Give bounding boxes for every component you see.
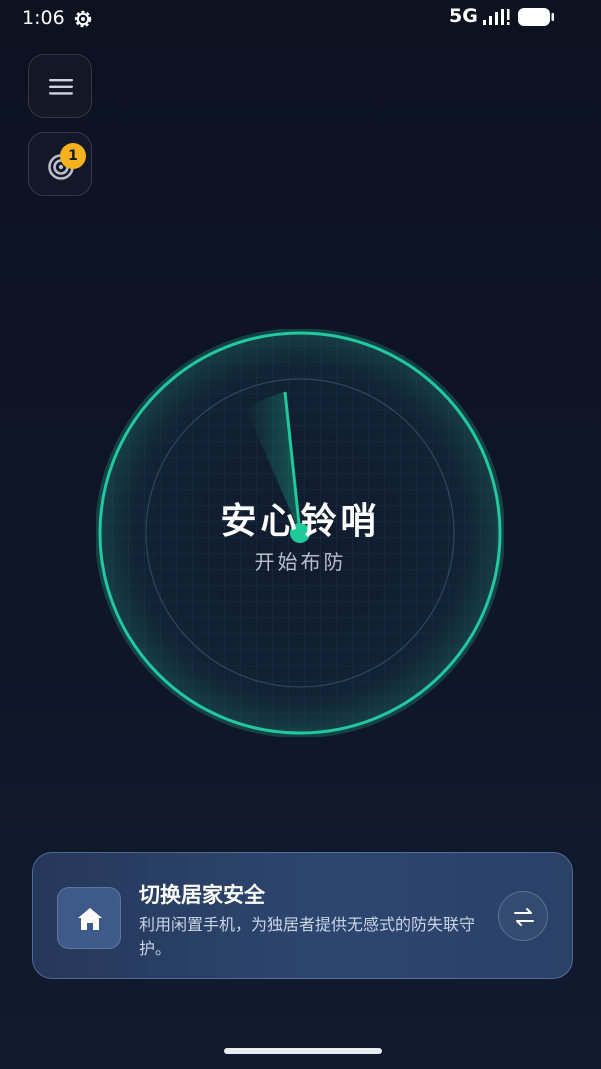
home-icon: [57, 887, 121, 949]
hamburger-menu-icon: [49, 79, 73, 95]
swap-button[interactable]: [498, 891, 548, 941]
gear-icon: [72, 8, 94, 34]
status-bar: 1:06 5G: [0, 0, 601, 36]
swap-arrows-icon: [514, 908, 534, 926]
card-description: 利用闲置手机，为独居者提供无感式的防失联守护。: [139, 915, 476, 958]
battery-icon: [517, 7, 554, 26]
status-time: 1:06: [22, 7, 65, 29]
card-title: 切换居家安全: [139, 883, 265, 907]
radar-title: 安心铃哨: [220, 501, 381, 542]
signal-icon: [483, 8, 511, 30]
switch-home-safety-card[interactable]: 切换居家安全 利用闲置手机，为独居者提供无感式的防失联守护。: [32, 852, 573, 979]
menu-button[interactable]: [28, 54, 92, 118]
radar-subtitle: 开始布防: [254, 550, 347, 574]
network-type: 5G: [449, 5, 478, 27]
notification-badge: 1: [60, 143, 86, 169]
home-indicator[interactable]: [224, 1048, 382, 1054]
